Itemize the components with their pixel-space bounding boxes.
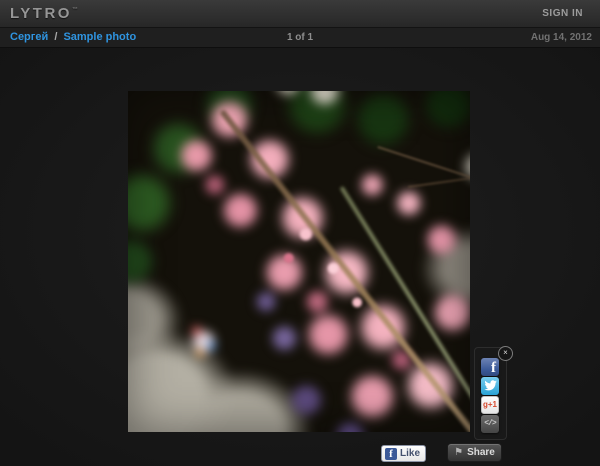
- trademark-symbol: ™: [71, 7, 78, 13]
- lytro-photo-page: LYTRO™ SIGN IN Сергей / Sample photo 1 o…: [0, 0, 600, 466]
- facebook-icon: f: [491, 360, 496, 376]
- share-flag-icon: ⚑: [454, 446, 464, 458]
- twitter-share-button[interactable]: [481, 377, 499, 395]
- share-button[interactable]: ⚑ Share: [447, 443, 502, 462]
- like-button-label: Like: [400, 448, 421, 459]
- photo-info-bar: Сергей / Sample photo 1 of 1 Aug 14, 201…: [0, 28, 600, 48]
- lytro-logo-text: LYTRO: [10, 5, 72, 22]
- sign-in-button[interactable]: SIGN IN: [542, 8, 583, 19]
- twitter-bird-icon: [483, 380, 497, 391]
- facebook-share-button[interactable]: f: [481, 358, 499, 376]
- embed-code-icon: </>: [484, 419, 496, 428]
- lytro-logo[interactable]: LYTRO™: [10, 5, 78, 22]
- photo-vignette: [128, 91, 470, 432]
- lightfield-photo[interactable]: [128, 91, 470, 432]
- close-icon[interactable]: ×: [498, 346, 513, 361]
- viewer-stage: × f g+1 </> f Like ⚑ Share: [0, 48, 600, 466]
- facebook-like-button[interactable]: f Like: [381, 445, 427, 462]
- google-plus-one-button[interactable]: g+1: [481, 396, 499, 414]
- top-header-bar: LYTRO™ SIGN IN: [0, 0, 600, 28]
- share-button-label: Share: [467, 447, 495, 458]
- pagination-counter: 1 of 1: [286, 32, 314, 43]
- facebook-f-icon: f: [385, 447, 397, 460]
- photo-date: Aug 14, 2012: [530, 32, 592, 43]
- google-plus-one-icon: g+1: [482, 400, 497, 409]
- embed-code-button[interactable]: </>: [481, 415, 499, 433]
